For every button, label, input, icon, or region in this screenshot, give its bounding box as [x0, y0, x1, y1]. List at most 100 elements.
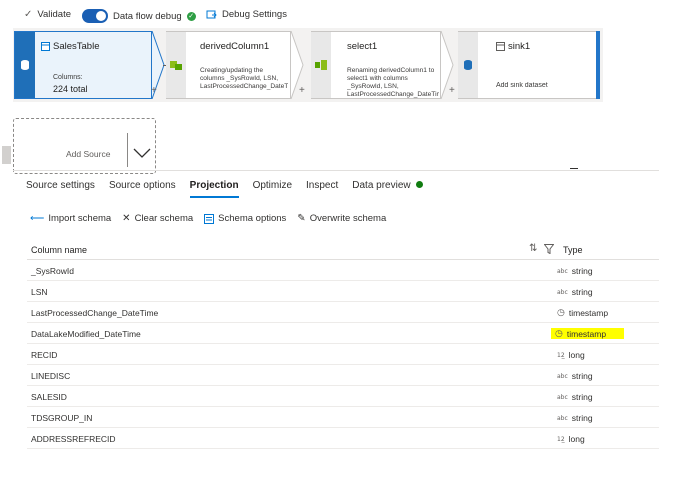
type-label: timestamp: [568, 308, 609, 318]
tab-data-preview[interactable]: Data preview: [352, 180, 423, 195]
sink-node-description: Add sink dataset: [496, 82, 548, 89]
type-header[interactable]: Type: [563, 245, 583, 255]
table-row[interactable]: RECID 12̲ long: [27, 344, 659, 365]
number-type-icon: 12̲: [557, 351, 565, 359]
type-cell: abc string: [557, 371, 593, 381]
source-node-title: SalesTable: [53, 41, 100, 52]
column-name-cell: LSN: [31, 287, 48, 297]
sink-icon: [458, 32, 478, 98]
column-name-cell: LINEDISC: [31, 371, 71, 381]
type-cell: abc string: [557, 287, 593, 297]
string-type-icon: abc: [557, 393, 568, 401]
type-cell: 12̲ long: [557, 434, 585, 444]
derived-column-node[interactable]: derivedColumn1 Creating/updating the col…: [166, 31, 291, 99]
select-node-title: select1: [347, 41, 378, 52]
timestamp-type-icon: ◷: [555, 328, 563, 339]
panel-divider: [13, 170, 659, 171]
tab-source-options[interactable]: Source options: [109, 180, 176, 195]
select-node-description: Renaming derivedColumn1 to select1 with …: [347, 67, 439, 98]
derived-column-icon: [166, 32, 186, 98]
table-row[interactable]: LastProcessedChange_DateTime ◷ timestamp: [27, 302, 659, 323]
select-node[interactable]: select1 Renaming derivedColumn1 to selec…: [311, 31, 441, 99]
status-dot-icon: [415, 181, 423, 188]
debug-settings-icon: [206, 10, 217, 18]
schema-options-button[interactable]: Schema options: [204, 213, 286, 224]
table-row[interactable]: DataLakeModified_DateTime ◷ timestamp: [27, 323, 659, 344]
data-flow-debug-toggle[interactable]: Data flow debug ✓: [82, 9, 196, 23]
type-cell: abc string: [557, 413, 593, 423]
import-arrow-icon: ⟵: [30, 213, 45, 224]
filter-icon[interactable]: [544, 244, 554, 254]
tab-optimize[interactable]: Optimize: [253, 180, 292, 195]
derived-node-description: Creating/updating the columns _SysRowId,…: [200, 67, 288, 90]
sink-node-accent: [596, 31, 600, 99]
column-name-cell: TDSGROUP_IN: [31, 413, 93, 423]
columns-label: Columns:: [53, 74, 83, 81]
projection-actions: ⟵ Import schema ✕ Clear schema Schema op…: [30, 213, 397, 224]
type-cell: ◷ timestamp: [557, 308, 608, 318]
sink-node-title: sink1: [508, 41, 531, 52]
dataset-icon: [496, 42, 505, 51]
status-ok-icon: ✓: [186, 11, 196, 21]
table-row[interactable]: ADDRESSREFRECID 12̲ long: [27, 428, 659, 449]
divider: [570, 168, 578, 169]
string-type-icon: abc: [557, 372, 568, 380]
type-cell: abc string: [557, 266, 593, 276]
column-name-cell: LastProcessedChange_DateTime: [31, 308, 159, 318]
table-row[interactable]: SALESID abc string: [27, 386, 659, 407]
type-label: string: [571, 287, 593, 297]
clear-schema-label: Clear schema: [134, 213, 194, 224]
type-label: string: [571, 266, 593, 276]
type-label: long: [568, 350, 585, 360]
sink-node[interactable]: sink1 Add sink dataset: [458, 31, 600, 99]
clear-schema-button[interactable]: ✕ Clear schema: [122, 213, 193, 224]
add-after-source-button[interactable]: +: [151, 85, 157, 96]
columns-count: 224 total: [53, 84, 88, 94]
import-schema-button[interactable]: ⟵ Import schema: [30, 213, 111, 224]
overwrite-schema-button[interactable]: ✎ Overwrite schema: [297, 213, 386, 224]
pencil-icon: ✎: [297, 213, 306, 224]
table-row[interactable]: LSN abc string: [27, 281, 659, 302]
tab-inspect[interactable]: Inspect: [306, 180, 338, 195]
chevron-down-icon[interactable]: [133, 148, 151, 158]
column-name-header[interactable]: Column name: [31, 245, 87, 255]
toggle-switch-icon[interactable]: [82, 9, 108, 23]
type-label: string: [571, 392, 593, 402]
validate-label: Validate: [37, 9, 72, 20]
debug-settings-label: Debug Settings: [222, 9, 287, 20]
scrollbar-marker[interactable]: [2, 146, 11, 164]
add-source-button[interactable]: Add Source: [13, 118, 156, 174]
derived-node-title: derivedColumn1: [200, 41, 270, 52]
import-schema-label: Import schema: [48, 213, 112, 224]
validate-button[interactable]: ✓ Validate: [24, 9, 71, 20]
table-row[interactable]: LINEDISC abc string: [27, 365, 659, 386]
tab-data-preview-label: Data preview: [352, 180, 411, 191]
string-type-icon: abc: [557, 267, 568, 275]
sort-icon[interactable]: ⇅: [529, 243, 537, 254]
schema-options-label: Schema options: [218, 213, 287, 224]
string-type-icon: abc: [557, 288, 568, 296]
debug-settings-button[interactable]: Debug Settings: [206, 9, 287, 20]
table-header: Column name ⇅ Type: [27, 240, 659, 260]
timestamp-type-icon: ◷: [557, 308, 565, 318]
add-source-separator: [127, 133, 128, 167]
checkmark-icon: ✓: [24, 9, 33, 20]
number-type-icon: 12̲: [557, 435, 565, 443]
column-name-cell: RECID: [31, 350, 58, 360]
tab-projection[interactable]: Projection: [189, 180, 239, 198]
source-icon: [15, 32, 35, 98]
column-name-cell: DataLakeModified_DateTime: [31, 329, 141, 339]
table-body: _SysRowId abc string LSN abc string LastProces…: [27, 260, 659, 449]
table-row[interactable]: _SysRowId abc string: [27, 260, 659, 281]
add-after-select-button[interactable]: +: [449, 85, 455, 96]
debug-label: Data flow debug: [113, 10, 182, 22]
type-cell: ◷ timestamp: [551, 328, 625, 339]
tab-source-settings[interactable]: Source settings: [26, 180, 95, 195]
pipeline-canvas: SalesTable Columns: 224 total + derivedC…: [13, 28, 603, 102]
source-node-salestable[interactable]: SalesTable Columns: 224 total: [14, 31, 152, 99]
column-name-cell: _SysRowId: [31, 266, 74, 276]
type-label: long: [568, 434, 585, 444]
type-cell: abc string: [557, 392, 593, 402]
add-after-derived-button[interactable]: +: [299, 85, 305, 96]
table-row[interactable]: TDSGROUP_IN abc string: [27, 407, 659, 428]
